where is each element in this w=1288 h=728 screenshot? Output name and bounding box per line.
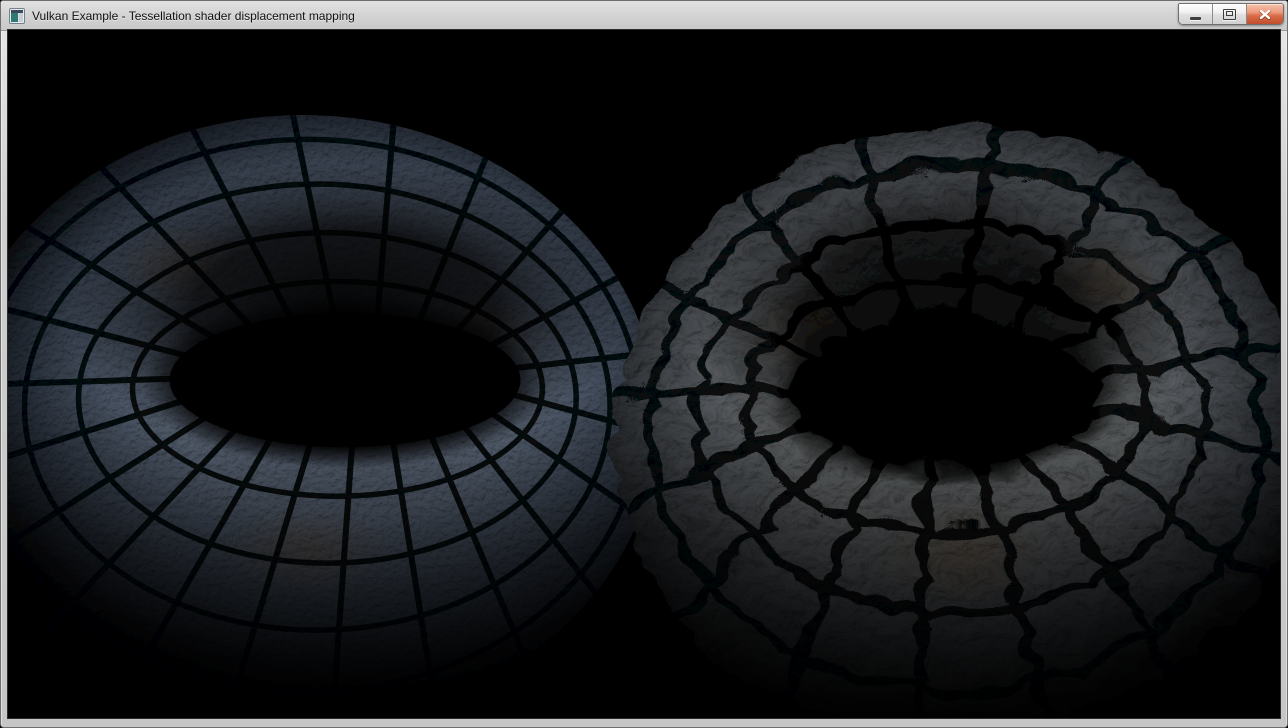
minimize-button[interactable] (1179, 4, 1213, 24)
close-button[interactable] (1247, 4, 1283, 24)
maximize-button[interactable] (1213, 4, 1247, 24)
close-icon (1259, 9, 1271, 20)
titlebar[interactable]: Vulkan Example - Tessellation shader dis… (1, 1, 1287, 31)
tessellation-scene (8, 30, 1280, 718)
maximize-icon (1223, 9, 1236, 20)
render-viewport[interactable] (8, 30, 1280, 718)
vulkan-example-window: Vulkan Example - Tessellation shader dis… (0, 0, 1288, 728)
application-window-icon[interactable] (9, 8, 25, 24)
window-controls (1178, 3, 1284, 25)
window-title: Vulkan Example - Tessellation shader dis… (32, 9, 355, 23)
scene-vignette (8, 30, 1280, 718)
minimize-icon (1190, 17, 1201, 20)
